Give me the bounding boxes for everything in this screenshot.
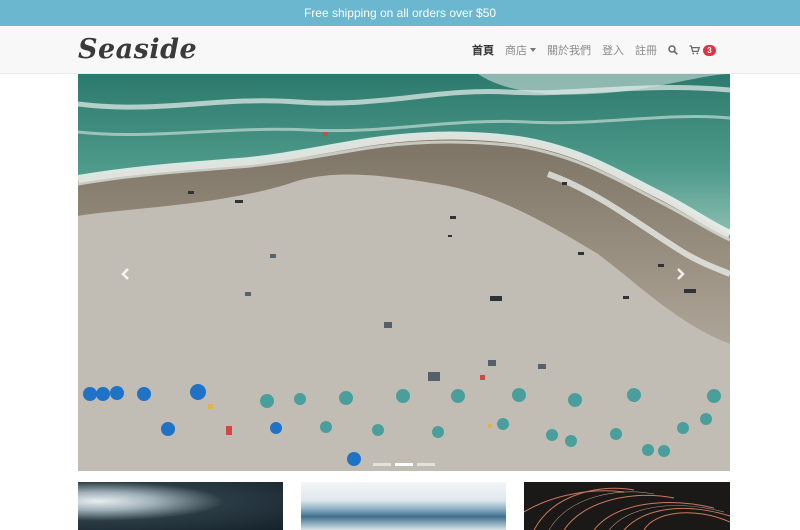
carousel-indicator[interactable] — [373, 463, 391, 466]
carousel-next-button[interactable] — [660, 254, 700, 294]
nav-item-shop-label: 商店 — [505, 45, 527, 57]
cart-count-badge: 3 — [703, 44, 716, 56]
chevron-right-icon — [677, 268, 685, 280]
product-image-3[interactable] — [524, 482, 730, 530]
brand-logo[interactable]: Seaside — [78, 34, 197, 65]
shopping-cart-icon — [689, 45, 700, 55]
chevron-left-icon — [121, 268, 129, 280]
light-trails-image — [524, 487, 730, 530]
beach-aerial-image — [78, 74, 730, 471]
carousel-indicators — [78, 463, 730, 466]
nav-item-about[interactable]: 關於我們 — [547, 42, 591, 58]
carousel-indicator[interactable] — [417, 463, 435, 466]
promo-text: Free shipping on all orders over $50 — [303, 6, 497, 20]
carousel-prev-button[interactable] — [106, 254, 146, 294]
nav-item-register[interactable]: 註冊 — [635, 42, 657, 58]
nav-item-shop[interactable]: 商店 — [505, 42, 536, 58]
search-button[interactable] — [668, 45, 678, 55]
navbar: Seaside 首頁 商店 關於我們 登入 註冊 3 — [0, 26, 800, 74]
cart-button[interactable]: 3 — [689, 44, 716, 56]
nav-item-login[interactable]: 登入 — [602, 42, 624, 58]
caret-down-icon — [530, 48, 536, 52]
promo-banner: Free shipping on all orders over $50 — [0, 0, 800, 26]
product-image-2[interactable] — [301, 482, 506, 530]
product-image-1[interactable] — [78, 482, 283, 530]
nav-menu: 首頁 商店 關於我們 登入 註冊 3 — [472, 26, 716, 74]
hero-carousel[interactable] — [78, 74, 730, 471]
search-icon — [668, 45, 678, 55]
carousel-indicator[interactable] — [395, 463, 413, 466]
nav-item-home[interactable]: 首頁 — [472, 42, 494, 58]
